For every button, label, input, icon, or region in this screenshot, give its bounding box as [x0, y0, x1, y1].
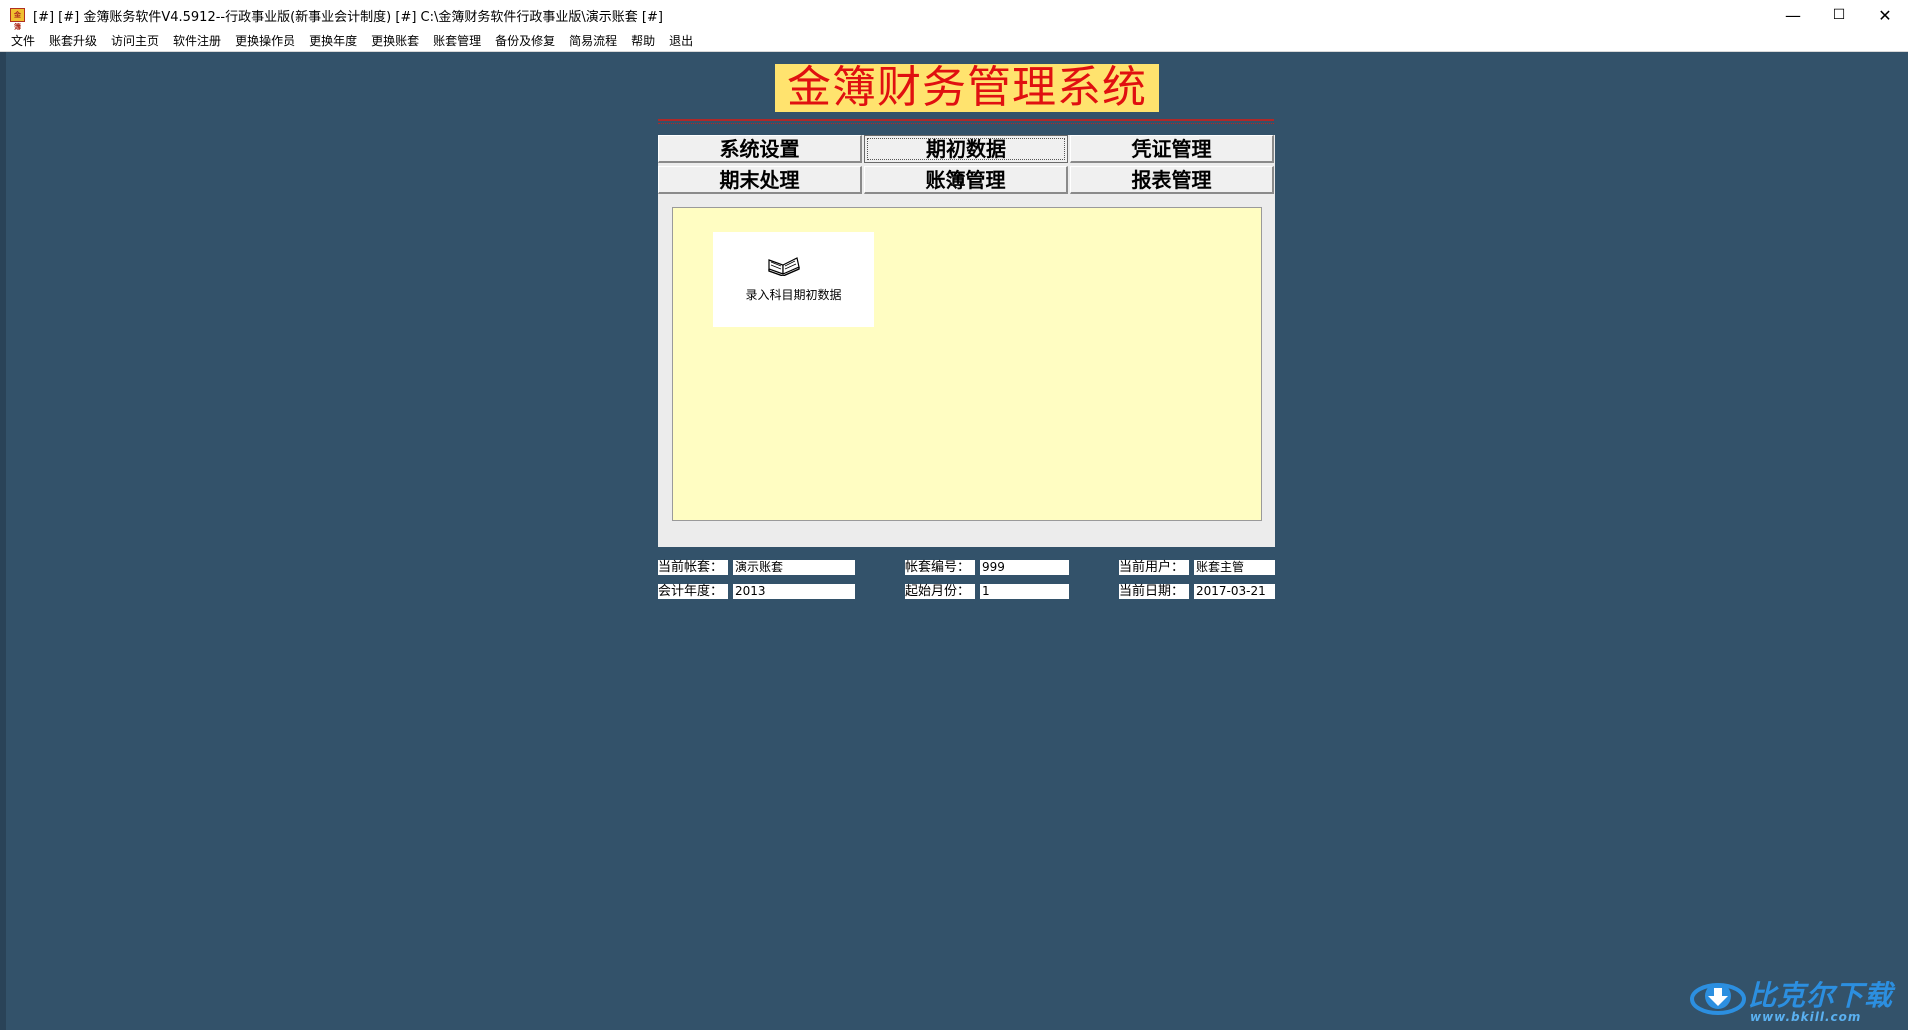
- window-controls: — ☐ ✕: [1770, 0, 1908, 30]
- nav-ledger-management-button[interactable]: 账簿管理: [864, 166, 1068, 194]
- menu-file[interactable]: 文件: [0, 32, 42, 49]
- book-number-label: 帐套编号：: [905, 560, 975, 575]
- window-left-edge: [0, 52, 6, 1030]
- menu-change-year[interactable]: 更换年度: [302, 32, 364, 49]
- current-book-label: 当前帐套：: [658, 560, 728, 575]
- start-month-value: 1: [980, 584, 1069, 599]
- menu-simple-flow[interactable]: 简易流程: [562, 32, 624, 49]
- menu-bar: 文件 账套升级 访问主页 软件注册 更换操作员 更换年度 更换账套 账套管理 备…: [0, 30, 1908, 52]
- app-icon: 金簿: [10, 8, 25, 31]
- menu-book-management[interactable]: 账套管理: [426, 32, 488, 49]
- minimize-button[interactable]: —: [1770, 0, 1816, 30]
- current-date-value: 2017-03-21: [1194, 584, 1275, 599]
- menu-homepage[interactable]: 访问主页: [104, 32, 166, 49]
- watermark-url: www.bkill.com: [1750, 1010, 1862, 1024]
- menu-change-operator[interactable]: 更换操作员: [228, 32, 302, 49]
- title-bar: 金簿 [#] [#] 金簿账务软件V4.5912--行政事业版(新事业会计制度)…: [0, 0, 1908, 31]
- nav-opening-data-button[interactable]: 期初数据: [864, 135, 1068, 163]
- current-book-value: 演示账套: [733, 560, 855, 575]
- nav-report-management-button[interactable]: 报表管理: [1070, 166, 1274, 194]
- menu-register[interactable]: 软件注册: [166, 32, 228, 49]
- main-panel: 系统设置 期初数据 凭证管理 期末处理 账簿管理 报表管理 录入科目期初数据: [658, 135, 1275, 547]
- window-title: [#] [#] 金簿账务软件V4.5912--行政事业版(新事业会计制度) [#…: [33, 9, 663, 25]
- current-user-value: 账套主管: [1194, 560, 1275, 575]
- current-user-label: 当前用户：: [1119, 560, 1189, 575]
- fiscal-year-value: 2013: [733, 584, 855, 599]
- open-book-icon: [768, 257, 800, 276]
- menu-change-book[interactable]: 更换账套: [364, 32, 426, 49]
- menu-exit[interactable]: 退出: [662, 32, 700, 49]
- close-button[interactable]: ✕: [1862, 0, 1908, 30]
- tile-label: 录入科目期初数据: [745, 288, 842, 302]
- nav-voucher-management-button[interactable]: 凭证管理: [1070, 135, 1274, 163]
- current-date-label: 当前日期：: [1119, 584, 1189, 599]
- watermark-globe-icon: [1690, 983, 1746, 1015]
- function-content-area: 录入科目期初数据: [672, 207, 1262, 521]
- system-title-banner: 金簿财务管理系统: [775, 64, 1159, 112]
- start-month-label: 起始月份：: [905, 584, 975, 599]
- menu-help[interactable]: 帮助: [624, 32, 662, 49]
- watermark-brand: 比克尔下载: [1748, 979, 1894, 1012]
- nav-period-end-button[interactable]: 期末处理: [658, 166, 862, 194]
- banner-divider: [658, 119, 1274, 124]
- maximize-button[interactable]: ☐: [1816, 0, 1862, 30]
- nav-system-settings-button[interactable]: 系统设置: [658, 135, 862, 163]
- watermark-logo: 比克尔下载 www.bkill.com: [1690, 972, 1902, 1028]
- enter-opening-balances-tile[interactable]: 录入科目期初数据: [713, 232, 874, 327]
- menu-backup-repair[interactable]: 备份及修复: [488, 32, 562, 49]
- fiscal-year-label: 会计年度：: [658, 584, 728, 599]
- menu-upgrade[interactable]: 账套升级: [42, 32, 104, 49]
- book-number-value: 999: [980, 560, 1069, 575]
